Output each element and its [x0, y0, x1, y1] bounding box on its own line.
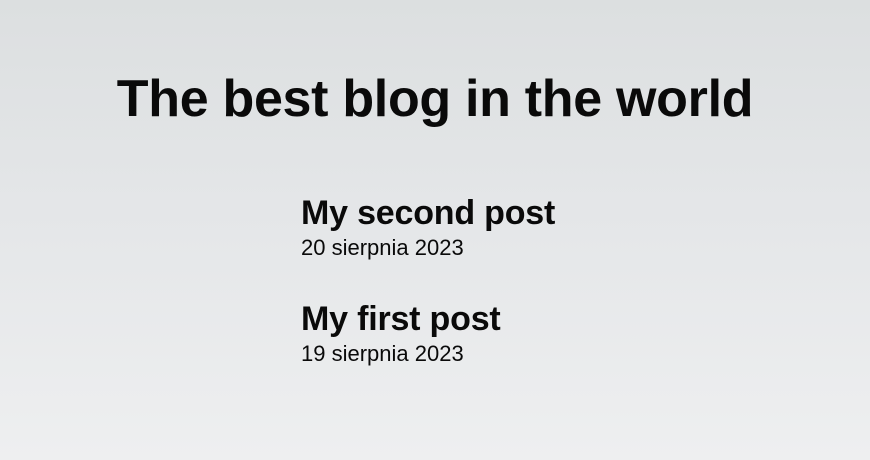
- post-date: 19 sierpnia 2023: [301, 341, 464, 366]
- post-list-item: My second post 20 sierpnia 2023: [301, 192, 801, 262]
- post-title: My second post: [301, 194, 556, 232]
- post-list: My second post 20 sierpnia 2023 My first…: [301, 192, 801, 404]
- post-list-item: My first post 19 sierpnia 2023: [301, 298, 801, 368]
- site-title: The best blog in the world: [116, 70, 754, 128]
- post-link-first[interactable]: My first post: [301, 298, 801, 340]
- post-link-second[interactable]: My second post: [301, 192, 801, 234]
- post-date: 20 sierpnia 2023: [301, 235, 464, 260]
- post-title: My first post: [301, 300, 501, 338]
